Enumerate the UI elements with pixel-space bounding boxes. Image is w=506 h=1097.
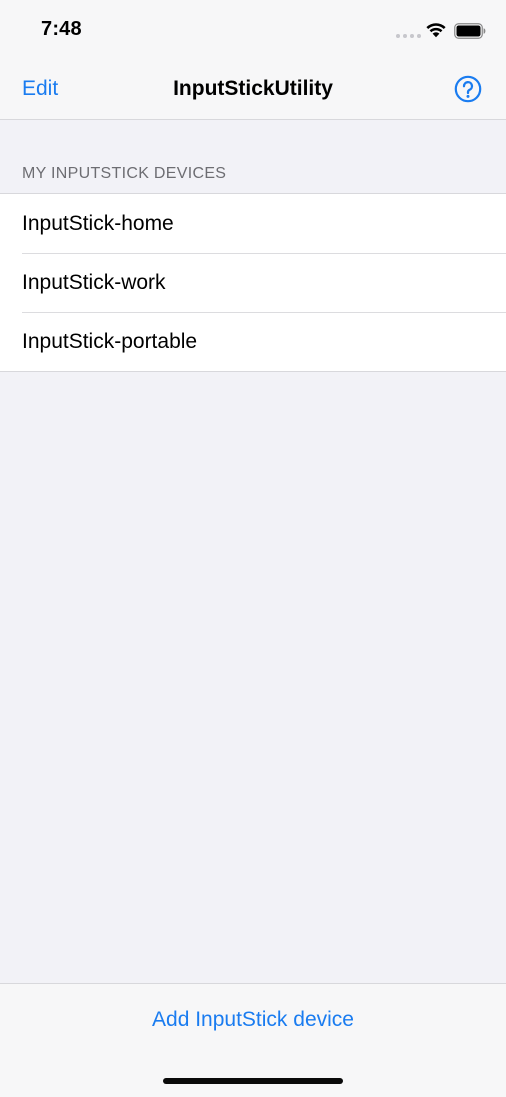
device-label: InputStick-work: [22, 271, 166, 294]
device-item-work[interactable]: InputStick-work: [0, 253, 506, 312]
device-list: InputStick-home InputStick-work InputSti…: [0, 193, 506, 372]
battery-icon: [454, 23, 486, 39]
bottom-toolbar: Add InputStick device: [0, 983, 506, 1097]
page-title: InputStickUtility: [173, 77, 333, 100]
navigation-bar: Edit InputStickUtility: [0, 60, 506, 120]
home-indicator[interactable]: [163, 1078, 343, 1084]
wifi-icon: [426, 23, 446, 38]
signal-dots-icon: [396, 34, 421, 38]
device-label: InputStick-portable: [22, 330, 198, 353]
device-item-home[interactable]: InputStick-home: [0, 194, 506, 253]
add-device-button[interactable]: Add InputStick device: [0, 1008, 506, 1032]
status-time: 7:48: [41, 18, 82, 40]
device-label: InputStick-home: [22, 212, 174, 235]
status-bar: 7:48: [0, 0, 506, 60]
edit-button[interactable]: Edit: [22, 77, 58, 101]
question-circle-icon[interactable]: [454, 75, 482, 103]
section-header: MY INPUTSTICK DEVICES: [22, 165, 227, 182]
device-item-portable[interactable]: InputStick-portable: [0, 312, 506, 371]
